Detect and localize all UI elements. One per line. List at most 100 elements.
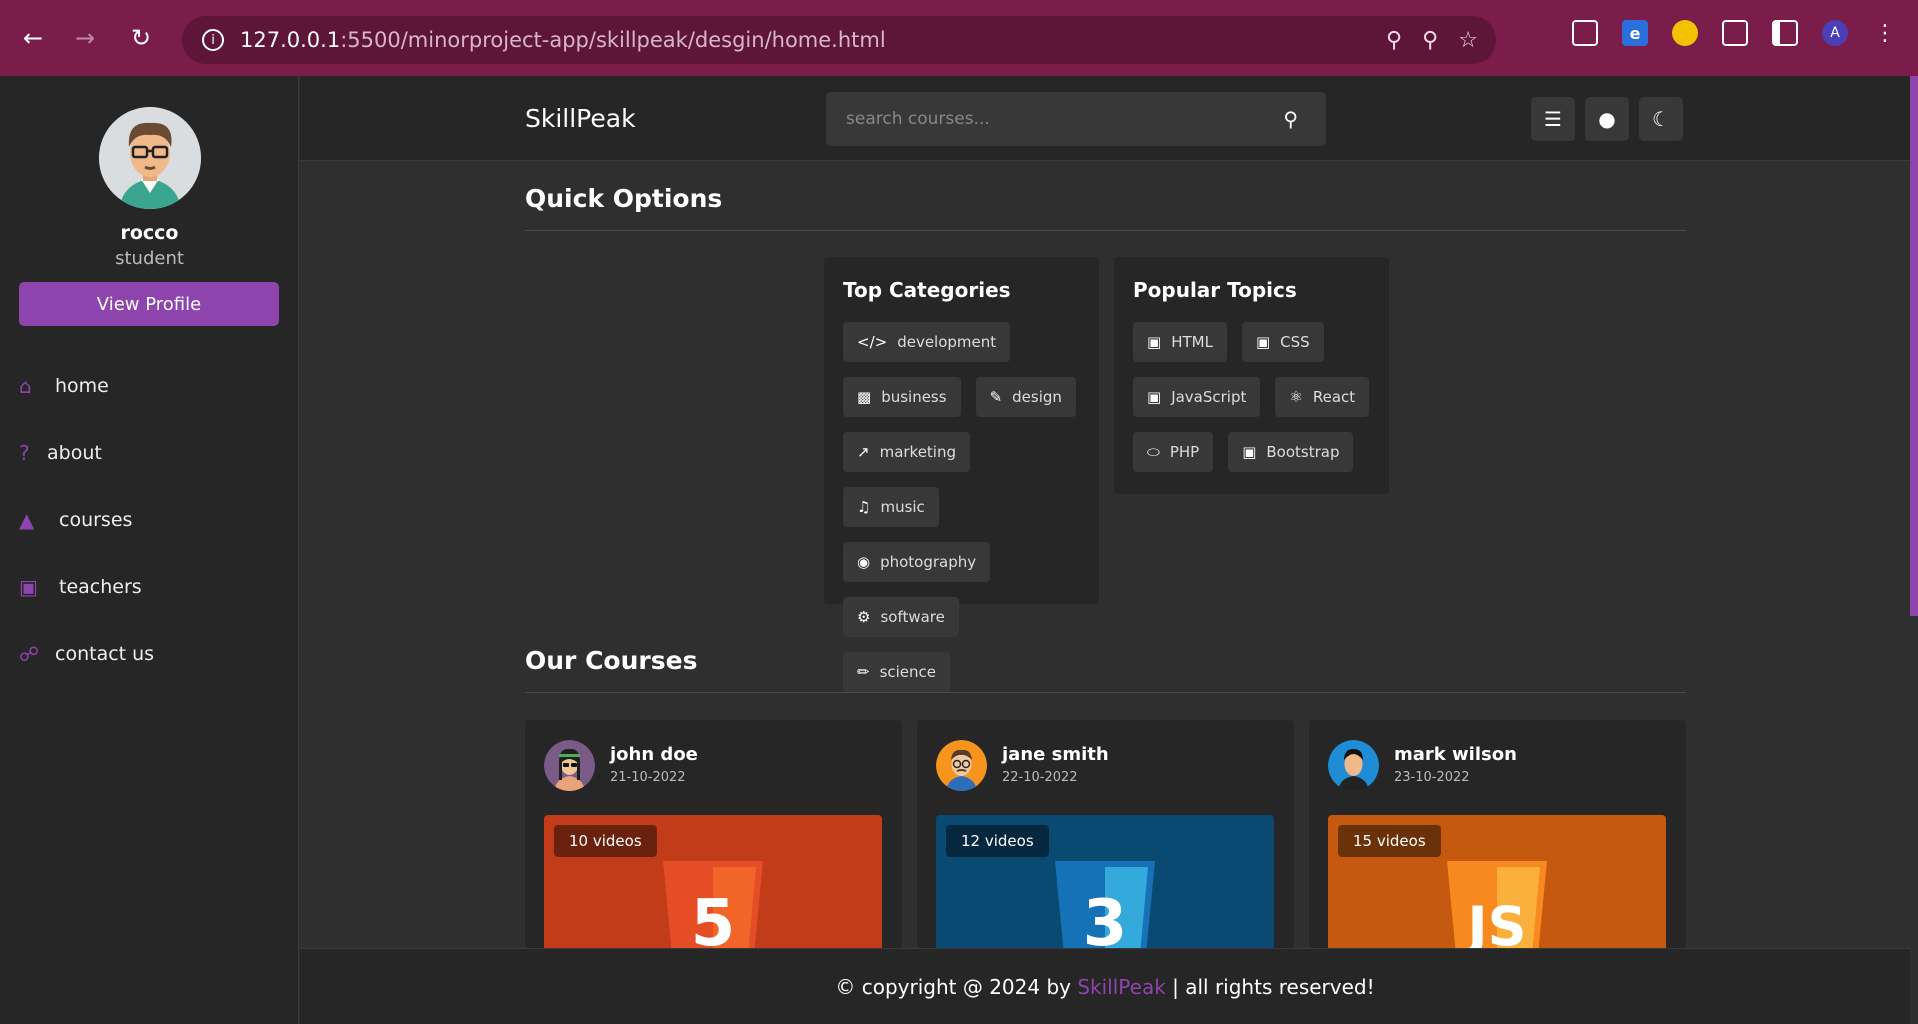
divider xyxy=(525,692,1686,693)
tutor-name: mark wilson xyxy=(1394,744,1517,765)
page-scrollbar[interactable] xyxy=(1910,76,1918,1024)
course-date: 22-10-2022 xyxy=(1002,770,1078,785)
category-software[interactable]: ⚙ software xyxy=(843,597,959,637)
house-icon: ⌂ xyxy=(19,373,32,398)
sidebar-item-about[interactable]: ? about xyxy=(19,419,279,486)
php-icon: ⬭ xyxy=(1147,443,1160,461)
course-thumbnail[interactable]: JS 15 videos xyxy=(1328,815,1666,948)
search-icon[interactable]: ⚲ xyxy=(1283,107,1298,131)
sidebar-item-courses[interactable]: ▲ courses xyxy=(19,486,279,553)
sidebar-item-teachers[interactable]: ▣ teachers xyxy=(19,553,279,620)
css3-icon: ▣ xyxy=(1255,333,1271,351)
extension-e-icon[interactable]: e xyxy=(1622,20,1648,46)
address-bar[interactable]: i 127.0.0.1:5500/minorproject-app/skillp… xyxy=(182,16,1496,64)
extension-audio-icon[interactable] xyxy=(1672,20,1698,46)
top-categories-box: Top Categories </> development ▩ business … xyxy=(824,257,1099,692)
search-box: ⚲ xyxy=(826,92,1326,146)
tutor-avatar xyxy=(1328,740,1379,791)
url-text[interactable]: 127.0.0.1:5500/minorproject-app/skillpea… xyxy=(240,28,886,52)
music-icon: ♫ xyxy=(857,498,871,516)
sidebar: rocco student View Profile ⌂ home ? about … xyxy=(0,76,299,1024)
profile-avatar[interactable]: A xyxy=(1822,20,1848,46)
sidebar-nav: ⌂ home ? about ▲ courses ▣ teachers ☍ contact… xyxy=(19,352,279,687)
menu-toggle-button[interactable]: ☰ xyxy=(1531,97,1575,141)
course-thumbnail[interactable]: 3 12 videos xyxy=(936,815,1274,948)
topic-javascript[interactable]: ▣ JavaScript xyxy=(1133,377,1261,417)
bootstrap-icon: ▣ xyxy=(1242,443,1257,461)
moon-icon: ☾ xyxy=(1652,107,1670,131)
js-icon: ▣ xyxy=(1147,388,1162,406)
user-icon: ● xyxy=(1598,107,1616,131)
category-music[interactable]: ♫ music xyxy=(843,487,939,527)
view-profile-button[interactable]: View Profile xyxy=(19,282,279,326)
category-marketing[interactable]: ↗ marketing xyxy=(843,432,971,472)
forward-icon[interactable]: → xyxy=(68,21,102,55)
key-icon[interactable]: ⚲ xyxy=(1386,28,1402,53)
back-icon[interactable]: ← xyxy=(16,21,50,55)
category-photography[interactable]: ◉ photography xyxy=(843,542,991,582)
cog-icon: ⚙ xyxy=(857,608,871,626)
main-content: SkillPeak ⚲ ☰ ● ☾ Quick Options Top Cate… xyxy=(300,76,1910,948)
category-business[interactable]: ▩ business xyxy=(843,377,961,417)
question-icon: ? xyxy=(19,440,30,465)
topic-php[interactable]: ⬭ PHP xyxy=(1133,432,1214,472)
bookmark-star-icon[interactable]: ☆ xyxy=(1458,28,1478,53)
topic-react[interactable]: ⚛ React xyxy=(1275,377,1370,417)
scrollbar-thumb[interactable] xyxy=(1910,76,1918,616)
search-input[interactable] xyxy=(826,92,1266,146)
zoom-icon[interactable]: ⚲ xyxy=(1422,28,1438,53)
video-count-badge: 15 videos xyxy=(1338,825,1441,857)
course-card[interactable]: jane smith 22-10-2022 3 12 videos xyxy=(917,720,1294,948)
side-panel-icon[interactable] xyxy=(1772,20,1798,46)
code-icon: </> xyxy=(857,333,888,351)
theme-toggle-button[interactable]: ☾ xyxy=(1639,97,1683,141)
tutor-name: jane smith xyxy=(1002,744,1109,765)
video-count-badge: 12 videos xyxy=(946,825,1049,857)
category-development[interactable]: </> development xyxy=(843,322,1011,362)
react-icon: ⚛ xyxy=(1289,388,1303,406)
footer-brand-link[interactable]: SkillPeak xyxy=(1077,975,1165,999)
course-date: 23-10-2022 xyxy=(1394,770,1470,785)
extensions-puzzle-icon[interactable] xyxy=(1722,20,1748,46)
video-count-badge: 10 videos xyxy=(554,825,657,857)
chart-line-icon: ↗ xyxy=(857,443,870,461)
category-science[interactable]: ✏ science xyxy=(843,652,951,692)
user-button[interactable]: ● xyxy=(1585,97,1629,141)
chart-bar-icon: ▩ xyxy=(857,388,872,406)
sidebar-item-contact[interactable]: ☍ contact us xyxy=(19,620,279,687)
sidebar-item-label: courses xyxy=(59,508,133,531)
topic-html[interactable]: ▣ HTML xyxy=(1133,322,1227,362)
sidebar-item-home[interactable]: ⌂ home xyxy=(19,352,279,419)
our-courses-title: Our Courses xyxy=(525,646,698,675)
sidebar-item-label: about xyxy=(47,441,102,464)
svg-text:JS: JS xyxy=(1464,895,1527,948)
divider xyxy=(525,230,1686,231)
sidebar-item-label: home xyxy=(55,374,109,397)
site-info-icon[interactable]: i xyxy=(202,29,224,51)
popular-topics-box: Popular Topics ▣ HTML ▣ CSS ▣ JavaScript ⚛ R… xyxy=(1114,257,1389,494)
extension-window-icon[interactable] xyxy=(1572,20,1598,46)
bars-icon: ☰ xyxy=(1544,107,1562,131)
footer-suffix: | all rights reserved! xyxy=(1165,974,1375,999)
sidebar-item-label: teachers xyxy=(59,575,142,598)
topic-bootstrap[interactable]: ▣ Bootstrap xyxy=(1228,432,1354,472)
quick-options-title: Quick Options xyxy=(525,184,723,213)
reload-icon[interactable]: ↻ xyxy=(124,21,158,55)
course-thumbnail[interactable]: 5 10 videos xyxy=(544,815,882,948)
course-card[interactable]: mark wilson 23-10-2022 JS 15 videos xyxy=(1309,720,1686,948)
menu-dots-icon[interactable]: ⋮ xyxy=(1872,20,1898,46)
topic-css[interactable]: ▣ CSS xyxy=(1241,322,1324,362)
profile-role: student xyxy=(115,248,184,269)
sidebar-item-label: contact us xyxy=(55,642,155,665)
popular-topics-title: Popular Topics xyxy=(1133,278,1297,302)
headset-icon: ☍ xyxy=(19,641,40,666)
category-design[interactable]: ✎ design xyxy=(975,377,1076,417)
logo[interactable]: SkillPeak xyxy=(525,104,636,133)
svg-text:3: 3 xyxy=(1083,887,1128,948)
course-card[interactable]: john doe 21-10-2022 5 10 videos xyxy=(525,720,902,948)
tutor-avatar xyxy=(544,740,595,791)
footer-prefix: © copyright @ 2024 by xyxy=(835,974,1078,999)
vial-icon: ✏ xyxy=(857,663,870,681)
header: SkillPeak ⚲ ☰ ● ☾ xyxy=(300,76,1910,161)
avatar xyxy=(99,107,201,209)
